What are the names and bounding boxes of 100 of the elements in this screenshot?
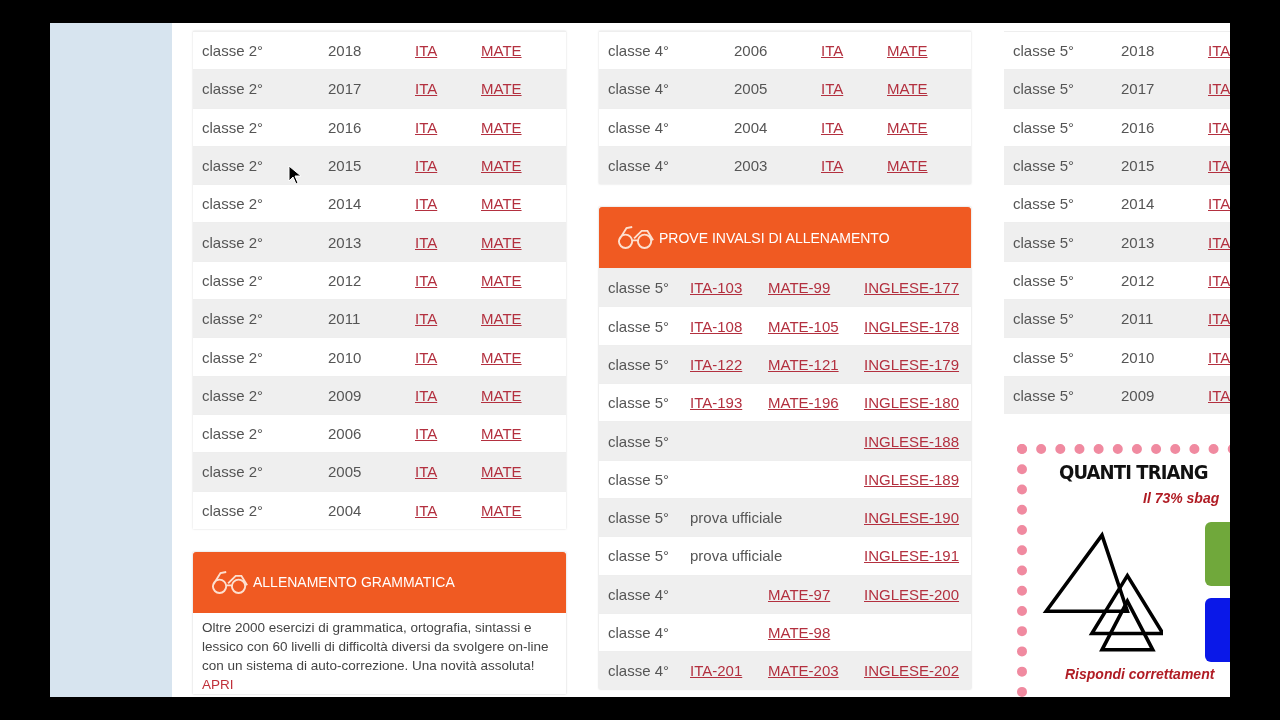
class-label: classe 5° [1012,310,1076,328]
test-link[interactable]: ITA-193 [690,394,768,412]
subject-link[interactable]: ITA [1208,233,1230,251]
year-label: 2015 [328,157,363,175]
subject-link[interactable]: MATE [481,425,522,443]
year-label: 2014 [1121,195,1156,213]
test-link[interactable]: INGLESE-202 [864,662,960,680]
year-label: 2011 [1121,310,1155,328]
subject-link[interactable]: MATE [481,42,522,60]
test-link[interactable]: INGLESE-177 [864,279,960,297]
open-link[interactable]: APRI [202,676,234,692]
class-label: classe 5° [607,470,671,488]
subject-link[interactable]: ITA [415,80,481,98]
advert-panel[interactable]: QUANTI TRIANG Il 73% sbag Rispondi correttament [1017,443,1230,697]
subject-link[interactable]: MATE [481,195,522,213]
subject-link[interactable]: MATE [481,157,522,175]
class-label: classe 5° [1012,118,1076,136]
subject-link[interactable]: ITA [415,425,481,443]
subject-link[interactable]: MATE [887,80,928,98]
test-link[interactable]: INGLESE-189 [864,470,960,488]
test-link[interactable]: MATE-203 [768,662,864,680]
class-label: classe 2° [201,348,265,366]
year-label: 2010 [1121,348,1156,366]
year-label: 2013 [1121,233,1156,251]
subject-link[interactable]: ITA [1208,310,1230,328]
year-label: 2003 [734,157,769,175]
subject-link[interactable]: ITA [415,157,481,175]
test-link[interactable]: ITA-122 [690,355,768,373]
class-label: classe 4° [607,157,671,175]
subject-link[interactable]: MATE [481,501,522,519]
class-label: classe 5° [607,279,671,297]
class-label: classe 2° [201,80,265,98]
subject-link[interactable]: ITA [821,118,887,136]
subject-link[interactable]: ITA [1208,157,1230,175]
subject-link[interactable]: ITA [821,42,887,60]
subject-link[interactable]: ITA [821,80,887,98]
class-label: classe 5° [1012,271,1076,289]
test-link[interactable]: INGLESE-180 [864,394,960,412]
subject-link[interactable]: ITA [1208,271,1230,289]
test-link[interactable]: INGLESE-190 [864,509,960,527]
test-link[interactable]: ITA-108 [690,317,768,335]
note-label: prova ufficiale [690,509,784,527]
class-label: classe 4° [607,42,671,60]
year-label: 2006 [734,42,769,60]
subject-link[interactable]: ITA [415,42,481,60]
subject-link[interactable]: ITA [1208,42,1230,60]
test-link[interactable]: INGLESE-188 [864,432,960,450]
subject-link[interactable]: ITA [415,271,481,289]
class-label: classe 5° [1012,386,1076,404]
test-link[interactable]: INGLESE-200 [864,585,960,603]
subject-link[interactable]: MATE [481,80,522,98]
test-link[interactable]: MATE-98 [768,624,864,641]
class-label: classe 2° [201,310,265,328]
year-label: 2009 [328,386,363,404]
subject-link[interactable]: ITA [1208,386,1230,404]
class-label: classe 2° [201,271,265,289]
class-label: classe 5° [1012,348,1076,366]
year-label: 2013 [328,233,363,251]
subject-link[interactable]: MATE [481,118,522,136]
subject-link[interactable]: ITA [415,501,481,519]
subject-link[interactable]: MATE [481,348,522,366]
subject-link[interactable]: ITA [415,310,481,328]
test-link[interactable]: MATE-121 [768,355,864,373]
subject-link[interactable]: ITA [1208,348,1230,366]
subject-link[interactable]: ITA [821,157,887,175]
subject-link[interactable]: ITA [415,463,481,481]
subject-link[interactable]: MATE [887,157,928,175]
subject-link[interactable]: MATE [887,42,928,60]
subject-link[interactable]: ITA [1208,195,1230,213]
subject-link[interactable]: ITA [415,233,481,251]
subject-link[interactable]: MATE [481,233,522,251]
subject-link[interactable]: MATE [481,386,522,404]
subject-link[interactable]: MATE [481,271,522,289]
test-link[interactable]: ITA-201 [690,662,768,680]
test-link[interactable]: INGLESE-191 [864,547,960,565]
subject-link[interactable]: ITA [1208,80,1230,98]
year-label: 2009 [1121,386,1156,404]
subject-link[interactable]: ITA [415,348,481,366]
subject-link[interactable]: ITA [415,386,481,404]
class-label: classe 5° [607,547,671,565]
card-title: PROVE INVALSI DI ALLENAMENTO [659,229,890,246]
test-link[interactable]: MATE-97 [768,585,864,603]
test-link[interactable]: INGLESE-179 [864,355,960,373]
subject-link[interactable]: ITA [415,118,481,136]
subject-link[interactable]: ITA [1208,118,1230,136]
subject-link[interactable]: MATE [481,463,522,481]
subject-link[interactable]: MATE [481,310,522,328]
test-link[interactable]: ITA-103 [690,279,768,297]
class-label: classe 4° [607,624,671,641]
test-link[interactable]: MATE-99 [768,279,864,297]
year-label: 2016 [1121,118,1156,136]
test-link[interactable]: INGLESE-178 [864,317,960,335]
year-label: 2006 [328,425,363,443]
year-label: 2014 [328,195,363,213]
subject-link[interactable]: MATE [887,118,928,136]
subject-link[interactable]: ITA [415,195,481,213]
test-link[interactable]: MATE-105 [768,317,864,335]
class-label: classe 4° [607,118,671,136]
class-label: classe 5° [607,355,671,373]
test-link[interactable]: MATE-196 [768,394,864,412]
